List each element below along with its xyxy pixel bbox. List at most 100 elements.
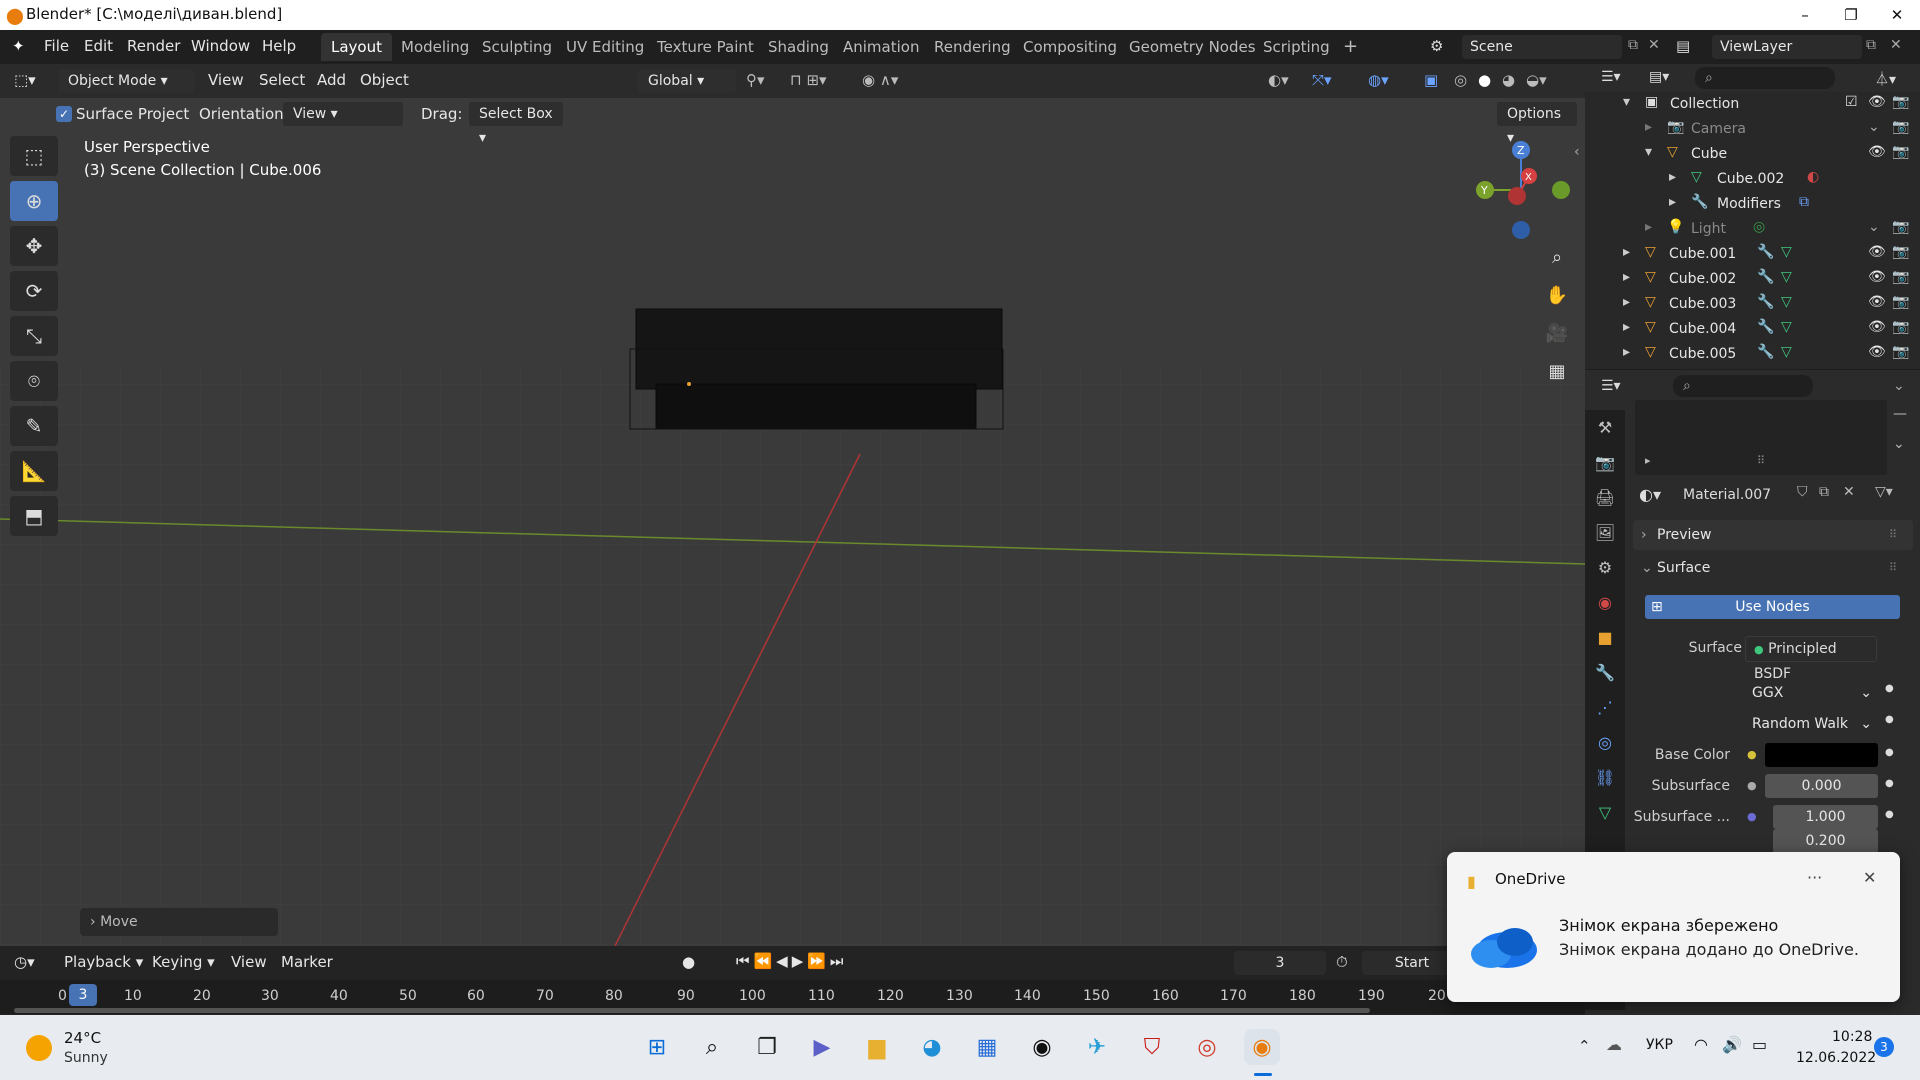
new-scene-icon[interactable]: ⧉ xyxy=(1628,37,1638,53)
pan-hand-icon[interactable]: ✋ xyxy=(1542,280,1572,310)
measure-tool-icon[interactable]: 📐 xyxy=(10,451,58,491)
tab-shading[interactable]: Shading xyxy=(758,33,839,61)
scale-tool-icon[interactable]: ⤡ xyxy=(10,316,58,356)
output-tab-icon[interactable]: 🖨 xyxy=(1585,480,1625,515)
overlay-toggle-icon[interactable]: ◍▾ xyxy=(1368,71,1389,89)
cursor-tool-icon[interactable]: ⊕ xyxy=(10,181,58,221)
timeline-ruler[interactable]: 0 3 10 20 30 40 50 60 70 80 90 100 110 1… xyxy=(0,980,1585,1014)
auto-keying-icon[interactable]: ● xyxy=(682,953,695,971)
tab-uv-editing[interactable]: UV Editing xyxy=(556,33,654,61)
drag-handle-icon[interactable]: ⠿ xyxy=(1889,520,1897,550)
view-layer-selector[interactable]: ViewLayer xyxy=(1712,35,1862,59)
keyframe-dot-icon[interactable]: ● xyxy=(1885,809,1894,820)
language-indicator[interactable]: УКР xyxy=(1646,1037,1673,1053)
outliner-row-modifiers[interactable]: ▸ 🔧 Modifiers ⧉ xyxy=(1585,192,1920,217)
rendered-shading-icon[interactable]: ◒▾ xyxy=(1526,71,1547,89)
outliner-editor-icon[interactable]: ☰▾ xyxy=(1601,69,1621,85)
search-icon[interactable]: ⌕ xyxy=(694,1029,730,1065)
pin-icon[interactable]: ⌄ xyxy=(1893,378,1905,394)
menu-file[interactable]: File xyxy=(44,37,69,55)
remove-view-layer-icon[interactable]: ✕ xyxy=(1890,37,1902,53)
tab-layout[interactable]: Layout xyxy=(321,33,392,61)
tab-texture-paint[interactable]: Texture Paint xyxy=(647,33,764,61)
keyframe-dot-icon[interactable]: ● xyxy=(1885,778,1894,789)
drag-dropdown[interactable]: Select Box ▾ xyxy=(469,102,563,146)
keyframe-dot-icon[interactable]: ● xyxy=(1885,747,1894,758)
link-mode-icon[interactable]: ▽▾ xyxy=(1875,484,1893,500)
material-shading-icon[interactable]: ◕ xyxy=(1502,71,1515,89)
modifier-tab-icon[interactable]: 🔧 xyxy=(1585,655,1625,690)
outliner-row-cube001[interactable]: ▸ ▽ Cube.001 🔧 ▽ 👁 📷 xyxy=(1585,242,1920,267)
chat-icon[interactable]: ▶ xyxy=(804,1029,840,1065)
minimize-button[interactable]: – xyxy=(1782,0,1828,30)
slot-specials-button[interactable]: ⌄ xyxy=(1893,436,1905,452)
tab-scripting[interactable]: Scripting xyxy=(1253,33,1340,61)
vp-menu-add[interactable]: Add xyxy=(317,71,346,89)
tool-tab-icon[interactable]: ⚒ xyxy=(1585,410,1625,445)
close-button[interactable]: ✕ xyxy=(1874,0,1920,30)
base-color-swatch[interactable] xyxy=(1765,743,1878,767)
timeline-editor-icon[interactable]: ◷▾ xyxy=(14,953,35,971)
blender-taskbar-icon[interactable]: ◉ xyxy=(1244,1029,1280,1065)
tab-animation[interactable]: Animation xyxy=(833,33,929,61)
unlink-material-icon[interactable]: ✕ xyxy=(1843,484,1855,500)
tray-onedrive-icon[interactable]: ☁ xyxy=(1606,1035,1622,1054)
vp-menu-object[interactable]: Object xyxy=(360,71,409,89)
render-tab-icon[interactable]: 📷 xyxy=(1585,445,1625,480)
timeline-menu-keying[interactable]: Keying ▾ xyxy=(152,953,215,971)
object-tab-icon[interactable]: ■ xyxy=(1585,620,1625,655)
timeline-menu-playback[interactable]: Playback ▾ xyxy=(64,953,143,971)
task-view-icon[interactable]: ❐ xyxy=(749,1029,785,1065)
material-slot-list[interactable]: ▸ ⠿ xyxy=(1635,400,1887,475)
timeline-menu-view[interactable]: View xyxy=(231,953,267,971)
chrome-icon[interactable]: ◎ xyxy=(1189,1029,1225,1065)
filter-icon[interactable]: ⏃▾ xyxy=(1875,69,1896,89)
use-nodes-button[interactable]: ⊞ Use Nodes xyxy=(1645,595,1900,619)
duplicate-material-icon[interactable]: ⧉ xyxy=(1819,484,1829,500)
resize-handle-icon[interactable]: ⠿ xyxy=(1757,454,1765,467)
toast-close-button[interactable]: ✕ xyxy=(1863,868,1876,887)
outliner-row-camera[interactable]: ▸ 📷 Camera ⌄ 📷 xyxy=(1585,117,1920,142)
keyframe-dot-icon[interactable]: ● xyxy=(1885,683,1894,694)
properties-editor-icon[interactable]: ☰▾ xyxy=(1601,378,1621,394)
outliner-row-cube[interactable]: ▾ ▽ Cube 👁 📷 xyxy=(1585,142,1920,167)
outliner-row-cube002-mesh[interactable]: ▸ ▽ Cube.002 ◐ xyxy=(1585,167,1920,192)
distribution-dropdown[interactable]: GGX ⌄ xyxy=(1742,681,1878,705)
transform-orientation[interactable]: Global ▾ xyxy=(638,69,736,93)
eye-icon[interactable]: 👁 xyxy=(1868,94,1886,110)
blender-menu-icon[interactable]: ✦ xyxy=(12,37,25,55)
display-mode-icon[interactable]: ▤▾ xyxy=(1649,69,1669,85)
world-tab-icon[interactable]: ◉ xyxy=(1585,585,1625,620)
particles-tab-icon[interactable]: ⋰ xyxy=(1585,690,1625,725)
battery-icon[interactable]: ▭ xyxy=(1752,1035,1767,1054)
clock-date[interactable]: 12.06.2022 xyxy=(1796,1050,1876,1066)
transform-tool-icon[interactable]: ⌾ xyxy=(10,361,58,401)
menu-help[interactable]: Help xyxy=(262,37,296,55)
remove-slot-button[interactable]: — xyxy=(1893,406,1907,422)
weather-temp[interactable]: 24°C xyxy=(64,1029,101,1047)
surface-project-checkbox[interactable]: ✓ xyxy=(56,106,72,122)
add-workspace-button[interactable]: + xyxy=(1333,33,1368,61)
sidebar-toggle-icon[interactable]: ‹ xyxy=(1574,144,1580,160)
vp-menu-select[interactable]: Select xyxy=(259,71,305,89)
tab-modeling[interactable]: Modeling xyxy=(391,33,479,61)
app-circle-icon[interactable]: ◉ xyxy=(1024,1029,1060,1065)
file-explorer-icon[interactable]: ▆ xyxy=(859,1029,895,1065)
add-cube-tool-icon[interactable]: ⬒ xyxy=(10,496,58,536)
mode-selector[interactable]: Object Mode ▾ xyxy=(58,69,194,93)
subsurface-radius-y-field[interactable]: 0.200 xyxy=(1773,829,1878,853)
subsurface-radius-x-field[interactable]: 1.000 xyxy=(1773,805,1878,829)
telegram-icon[interactable]: ✈ xyxy=(1079,1029,1115,1065)
xray-toggle-icon[interactable]: ▣ xyxy=(1424,71,1438,89)
menu-render[interactable]: Render xyxy=(127,37,180,55)
tab-geometry-nodes[interactable]: Geometry Nodes xyxy=(1119,33,1266,61)
playhead[interactable]: 3 xyxy=(69,984,97,1006)
subsurface-field[interactable]: 0.000 xyxy=(1765,774,1878,798)
proportional-edit-icon[interactable]: ◉ ∧▾ xyxy=(862,71,898,89)
surface-panel-header[interactable]: ⌄ Surface ⠿ xyxy=(1633,553,1913,583)
drag-handle-icon[interactable]: ⠿ xyxy=(1889,553,1897,583)
current-frame-field[interactable]: 3 xyxy=(1234,951,1326,975)
annotate-tool-icon[interactable]: ✎ xyxy=(10,406,58,446)
tab-compositing[interactable]: Compositing xyxy=(1013,33,1127,61)
playback-controls[interactable]: ⏮⏪◀▶⏩⏭ xyxy=(736,952,847,970)
